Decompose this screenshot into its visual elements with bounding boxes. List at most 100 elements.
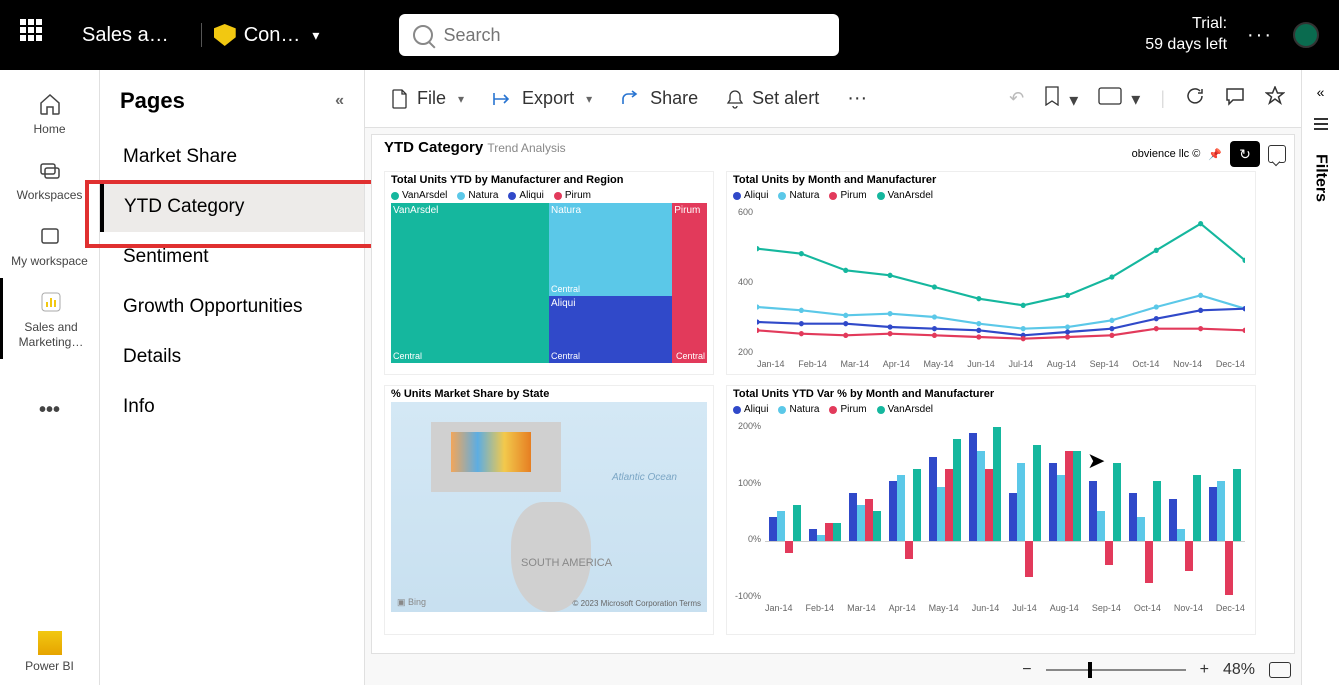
view-menu[interactable]: ▾ [1098,87,1140,110]
trial-status: Trial: 59 days left [1145,14,1227,56]
share-button[interactable]: Share [610,82,708,115]
page-item-info[interactable]: Info [100,382,364,432]
map-visual[interactable]: % Units Market Share by State Atlantic O… [384,385,714,635]
treemap-legend: VanArsdel Natura Aliqui Pirum [385,188,713,203]
nav-label: Sales and Marketing… [3,320,99,349]
export-label: Export [522,88,574,109]
nav-powerbi[interactable]: Power BI [0,621,99,685]
page-item-market-share[interactable]: Market Share [100,132,364,182]
filters-label: Filters [1312,154,1330,202]
map-terms[interactable]: © 2023 Microsoft Corporation Terms [573,599,701,608]
treemap-visual[interactable]: Total Units YTD by Manufacturer and Regi… [384,171,714,375]
pages-title: Pages [120,88,185,114]
file-label: File [417,88,446,109]
powerbi-logo-icon [38,631,62,655]
workspaces-icon [36,156,64,184]
layout-icon [1098,87,1122,105]
reset-visual-icon[interactable]: ↻ [1230,141,1260,167]
nav-label: Workspaces [17,188,83,202]
chevron-down-icon: ▾ [1069,90,1078,110]
report-icon [37,288,65,316]
refresh-icon [1185,86,1205,106]
visual-title: Total Units YTD by Manufacturer and Regi… [385,172,713,188]
zoom-slider[interactable] [1046,669,1186,671]
file-menu[interactable]: File ▾ [381,82,474,115]
separator [201,23,202,47]
bar-legend: Aliqui Natura Pirum VanArsdel [727,402,1255,417]
line-xaxis: Jan-14Feb-14Mar-14Apr-14May-14Jun-14Jul-… [757,359,1245,369]
shield-icon [214,24,236,46]
expand-filters-icon[interactable]: « [1317,84,1325,100]
search-icon [413,25,433,45]
chevron-down-icon: ▾ [1131,89,1140,109]
pages-pane: Pages « Market Share YTD Category Sentim… [100,70,365,685]
fit-to-page-icon[interactable] [1269,662,1291,678]
avatar[interactable] [1293,22,1319,48]
line-chart-visual[interactable]: Total Units by Month and Manufacturer Al… [726,171,1256,375]
bookmark-menu[interactable]: ▾ [1044,86,1078,111]
top-app-bar: Sales a… Con… ▾ Trial: 59 days left ··· [0,0,1339,70]
search-input[interactable] [443,25,825,46]
visual-title: % Units Market Share by State [385,386,713,402]
export-icon [492,90,514,108]
bookmark-icon [1044,86,1060,106]
ellipsis-icon: ··· [847,87,867,110]
export-menu[interactable]: Export ▾ [482,82,602,115]
action-bar: File ▾ Export ▾ Share Set alert ··· ↶ [365,70,1301,128]
app-launcher-icon[interactable] [20,19,52,51]
chevron-down-icon: ▾ [312,27,319,44]
filter-list-icon[interactable] [1314,118,1328,130]
alert-label: Set alert [752,88,819,109]
page-item-details[interactable]: Details [100,332,364,382]
refresh-button[interactable] [1185,86,1205,111]
bar-chart-visual[interactable]: Total Units YTD Var % by Month and Manuf… [726,385,1256,635]
search-box[interactable] [399,14,839,56]
trial-days: 59 days left [1145,35,1227,56]
comment-icon [1225,86,1245,106]
nav-label: My workspace [11,254,88,268]
file-icon [391,89,409,109]
set-alert-button[interactable]: Set alert [716,82,829,115]
report-title: YTD Category Trend Analysis [384,139,566,156]
nav-my-workspace[interactable]: My workspace [0,212,99,278]
zoom-controls: − + 48% [1022,661,1291,679]
report-credit: obvience llc © 📌 ↻ [1132,141,1286,167]
zoom-in-button[interactable]: + [1200,661,1209,679]
report-canvas: YTD Category Trend Analysis obvience llc… [371,134,1295,654]
visual-title: Total Units by Month and Manufacturer [727,172,1255,188]
nav-label: Power BI [25,659,74,673]
more-icon[interactable]: ··· [1247,24,1273,47]
collapse-pane-icon[interactable]: « [335,92,344,110]
nav-workspaces[interactable]: Workspaces [0,146,99,212]
bing-attribution: ▣ Bing [397,597,426,608]
left-nav-rail: Home Workspaces My workspace Sales and M… [0,70,100,685]
nav-more[interactable]: ••• [0,389,99,432]
chevron-down-icon: ▾ [458,92,464,106]
share-icon [620,90,642,108]
comment-button[interactable] [1225,86,1245,111]
trial-label: Trial: [1145,14,1227,35]
ocean-label: Atlantic Ocean [612,472,677,483]
sensitivity-text: Con… [244,24,301,47]
comment-icon[interactable] [1268,145,1286,163]
line-legend: Aliqui Natura Pirum VanArsdel [727,188,1255,203]
report-view: File ▾ Export ▾ Share Set alert ··· ↶ [365,70,1301,685]
page-item-sentiment[interactable]: Sentiment [100,232,364,282]
my-workspace-icon [36,222,64,250]
map-us-region [431,422,561,492]
page-item-ytd-category[interactable]: YTD Category [100,182,364,232]
sensitivity-label[interactable]: Con… ▾ [214,24,320,47]
bar-xaxis: Jan-14Feb-14Mar-14Apr-14May-14Jun-14Jul-… [765,603,1245,613]
app-title: Sales a… [82,24,169,47]
favorite-button[interactable] [1265,86,1285,111]
nav-home[interactable]: Home [0,80,99,146]
pin-icon[interactable]: 📌 [1208,148,1222,161]
chevron-down-icon: ▾ [586,92,592,106]
zoom-out-button[interactable]: − [1022,661,1031,679]
nav-sales-marketing[interactable]: Sales and Marketing… [0,278,99,359]
share-label: Share [650,88,698,109]
bar-groups [765,421,1245,601]
reset-icon[interactable]: ↶ [1009,88,1024,109]
more-actions[interactable]: ··· [837,81,877,116]
page-item-growth[interactable]: Growth Opportunities [100,282,364,332]
